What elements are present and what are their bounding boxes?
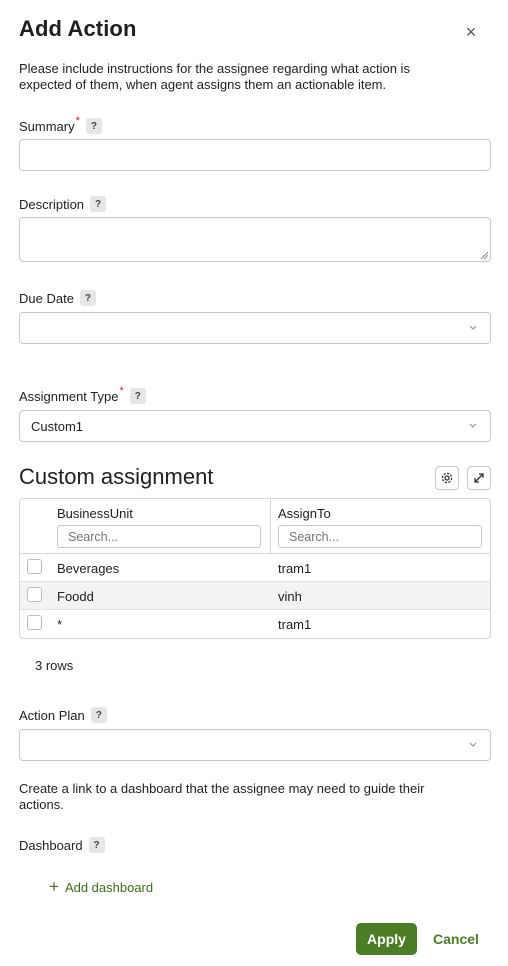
chevron-down-icon [469,423,477,428]
help-icon[interactable]: ? [85,118,102,134]
business-unit-cell: * [57,617,63,632]
table-row[interactable]: Beverages tram1 [20,554,490,582]
table-row[interactable]: Foodd vinh [20,582,490,610]
assign-to-cell: vinh [278,589,302,604]
dashboard-label: Dashboard ? [19,837,105,853]
chevron-down-icon [469,742,477,747]
grid-header: BusinessUnit AssignTo [20,499,490,554]
assign-to-search-input[interactable] [278,525,482,548]
help-icon[interactable]: ? [88,837,105,853]
action-plan-label: Action Plan ? [19,707,107,723]
assignment-grid: BusinessUnit AssignTo Beverages tram1 Fo… [19,498,491,639]
column-header-assign-to[interactable]: AssignTo [278,506,331,521]
apply-button[interactable]: Apply [356,923,417,955]
cancel-button[interactable]: Cancel [433,931,479,947]
row-checkbox[interactable] [27,559,42,574]
assignment-type-label: Assignment Type * ? [19,385,146,404]
resize-handle-icon[interactable] [480,251,488,259]
dashboard-label-text: Dashboard [19,837,83,853]
close-icon[interactable]: × [461,22,481,42]
help-icon[interactable]: ? [79,290,96,306]
plus-icon: + [49,877,59,896]
assignment-type-select[interactable]: Custom1 [19,410,491,442]
column-header-business-unit[interactable]: BusinessUnit [57,506,133,521]
assign-to-cell: tram1 [278,617,312,632]
assign-to-cell: tram1 [278,561,312,576]
dialog-intro: Please include instructions for the assi… [19,61,410,92]
due-date-select[interactable] [19,312,491,344]
table-row[interactable]: * tram1 [20,610,490,638]
business-unit-search-input[interactable] [57,525,261,548]
action-plan-select[interactable] [19,729,491,761]
dialog-title: Add Action [19,16,137,41]
required-marker: * [119,385,124,397]
help-icon[interactable]: ? [129,388,146,404]
row-count: 3 rows [35,658,74,673]
business-unit-cell: Beverages [57,561,120,576]
assignment-type-value: Custom1 [31,418,84,434]
add-dashboard-label: Add dashboard [64,879,154,895]
add-dashboard-button[interactable]: + Add dashboard [49,877,154,896]
description-label-text: Description [19,196,85,212]
help-icon[interactable]: ? [90,196,107,212]
expand-icon[interactable] [467,466,491,490]
dashboard-intro: Create a link to a dashboard that the as… [19,781,425,812]
due-date-label: Due Date ? [19,290,96,306]
chevron-down-icon [469,325,477,330]
description-label: Description ? [19,196,107,212]
summary-input[interactable] [19,139,491,171]
description-textarea[interactable] [19,217,491,262]
action-plan-label-text: Action Plan [19,707,85,723]
help-icon[interactable]: ? [90,707,107,723]
summary-label-text: Summary [19,118,75,134]
custom-assignment-title: Custom assignment [19,464,214,489]
business-unit-cell: Foodd [57,589,94,604]
assignment-type-label-text: Assignment Type [19,388,119,404]
due-date-label-text: Due Date [19,290,74,306]
summary-label: Summary * ? [19,115,102,134]
row-checkbox[interactable] [27,587,42,602]
column-divider[interactable] [270,499,271,554]
row-checkbox[interactable] [27,615,42,630]
settings-gear-icon[interactable] [435,466,459,490]
required-marker: * [75,115,80,127]
